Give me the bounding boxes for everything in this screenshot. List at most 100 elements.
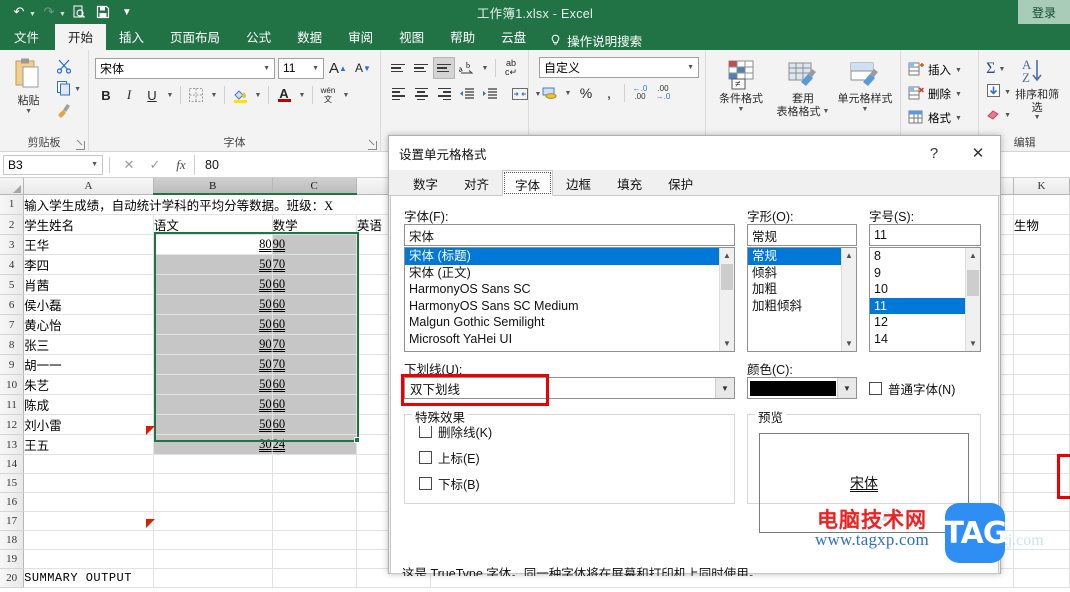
cell-K17[interactable]: [1013, 511, 1070, 531]
font-list-item[interactable]: 宋体 (正文): [405, 265, 734, 282]
superscript-checkbox[interactable]: [419, 451, 432, 464]
cell-A3[interactable]: 王华: [23, 234, 154, 255]
cell-K2[interactable]: 生物: [1013, 214, 1070, 235]
font-size-item[interactable]: 11: [870, 297, 980, 315]
font-list-item[interactable]: Malgun Gothic Semilight: [405, 314, 734, 331]
borders-dropdown-icon[interactable]: ▼: [208, 84, 220, 106]
cell-B10[interactable]: 50: [153, 374, 273, 395]
cell-K8[interactable]: [1013, 334, 1070, 355]
cell-styles-button[interactable]: 单元格样式 ▼: [834, 57, 896, 114]
normal-font-checkbox[interactable]: [869, 382, 882, 395]
scroll-up-icon[interactable]: ▲: [720, 248, 734, 263]
cell-C18[interactable]: [272, 530, 357, 550]
cell-K9[interactable]: [1013, 354, 1070, 375]
fill-color-dropdown-icon[interactable]: ▼: [252, 84, 264, 106]
column-header-A[interactable]: A: [23, 178, 154, 195]
fill-dropdown-icon[interactable]: ▼: [1004, 89, 1011, 96]
font-color-button[interactable]: A: [273, 84, 295, 106]
row-header-16[interactable]: 16: [0, 492, 25, 512]
ribbon-tab-help[interactable]: 帮助: [437, 24, 488, 50]
paste-button[interactable]: 粘贴 ▼: [4, 53, 53, 115]
cell-C6[interactable]: 60: [272, 294, 357, 315]
cell-C8[interactable]: 70: [272, 334, 357, 355]
cell-B19[interactable]: [153, 549, 273, 569]
font-style-scrollbar[interactable]: ▲ ▼: [841, 248, 856, 351]
bold-button[interactable]: B: [95, 84, 117, 106]
subscript-checkbox[interactable]: [419, 477, 432, 490]
format-as-table-dropdown-icon[interactable]: ▼: [823, 108, 830, 116]
cell-B3[interactable]: 80: [153, 234, 273, 255]
cell-C14[interactable]: [272, 454, 357, 474]
cell-A9[interactable]: 胡一一: [23, 354, 154, 375]
confirm-entry-button[interactable]: ✓: [142, 157, 168, 173]
cell-K11[interactable]: [1013, 394, 1070, 415]
number-format-combo[interactable]: 自定义 ▼: [539, 57, 699, 78]
scroll-down-icon[interactable]: ▼: [966, 336, 980, 351]
cell-K1[interactable]: [1013, 194, 1070, 215]
cell-C2[interactable]: 数学: [272, 214, 357, 235]
conditional-formatting-dropdown-icon[interactable]: ▼: [738, 106, 745, 114]
font-style-item[interactable]: 常规: [748, 248, 856, 265]
font-size-listbox[interactable]: 8 9 10 11 12 14 ▲ ▼: [869, 247, 981, 352]
cell-B14[interactable]: [153, 454, 273, 474]
subscript-checkbox-row[interactable]: 下标(B): [419, 474, 734, 493]
ribbon-tab-formulas[interactable]: 公式: [233, 24, 284, 50]
cell-B7[interactable]: 50: [153, 314, 273, 335]
column-header-B[interactable]: B: [153, 178, 273, 195]
increase-font-size-button[interactable]: A ▲: [327, 57, 349, 79]
cell-K12[interactable]: [1013, 414, 1070, 435]
font-name-listbox[interactable]: 宋体 (标题) 宋体 (正文) HarmonyOS Sans SC Harmon…: [404, 247, 735, 352]
cell-K4[interactable]: [1013, 254, 1070, 275]
tab-alignment[interactable]: 对齐: [451, 169, 502, 195]
cell-A7[interactable]: 黄心怡: [23, 314, 154, 335]
close-button[interactable]: ✕: [956, 136, 1000, 170]
cell-B15[interactable]: [153, 473, 273, 493]
name-box[interactable]: B3 ▼: [3, 154, 103, 175]
column-header-K[interactable]: K: [1013, 178, 1070, 195]
tab-border[interactable]: 边框: [553, 169, 604, 195]
row-header-20[interactable]: 20: [0, 568, 25, 588]
sort-filter-dropdown-icon[interactable]: ▼: [1034, 114, 1041, 122]
font-size-input[interactable]: 11: [869, 224, 981, 246]
cell-C10[interactable]: 60: [272, 374, 357, 395]
font-size-item[interactable]: 12: [870, 314, 980, 331]
paste-dropdown-icon[interactable]: ▼: [25, 108, 32, 115]
autosum-dropdown-icon[interactable]: ▼: [998, 66, 1005, 73]
font-list-item[interactable]: 宋体 (标题): [405, 248, 734, 265]
cell-A16[interactable]: [23, 492, 154, 512]
row-header-18[interactable]: 18: [0, 530, 25, 550]
cell-K18[interactable]: [1013, 530, 1070, 550]
cell-B11[interactable]: 50: [153, 394, 273, 415]
scroll-thumb[interactable]: [721, 264, 733, 290]
row-header-4[interactable]: 4: [0, 254, 25, 275]
align-left-button[interactable]: [387, 83, 409, 105]
chevron-down-icon[interactable]: ▼: [312, 65, 319, 72]
cell-B5[interactable]: 50: [153, 274, 273, 295]
underline-dropdown-icon[interactable]: ▼: [164, 84, 176, 106]
cut-button[interactable]: [53, 57, 84, 78]
increase-indent-button[interactable]: [479, 83, 501, 105]
scroll-down-icon[interactable]: ▼: [720, 336, 734, 351]
accounting-dropdown-icon[interactable]: ▼: [562, 82, 574, 104]
ribbon-tab-insert[interactable]: 插入: [106, 24, 157, 50]
cell-B2[interactable]: 语文: [153, 214, 273, 235]
copy-dropdown-icon[interactable]: ▼: [74, 86, 81, 93]
row-header-8[interactable]: 8: [0, 334, 25, 355]
ribbon-tab-data[interactable]: 数据: [284, 24, 335, 50]
cell-C15[interactable]: [272, 473, 357, 493]
row-header-12[interactable]: 12: [0, 414, 25, 435]
cell-A20[interactable]: SUMMARY OUTPUT: [23, 568, 154, 588]
align-right-button[interactable]: [433, 83, 455, 105]
help-button[interactable]: ?: [912, 136, 956, 170]
cell-K6[interactable]: [1013, 294, 1070, 315]
cell-K13[interactable]: [1013, 434, 1070, 455]
cell-A12[interactable]: 刘小雷: [23, 414, 154, 435]
cell-B13[interactable]: 30: [153, 434, 273, 455]
cell-K7[interactable]: [1013, 314, 1070, 335]
tab-number[interactable]: 数字: [400, 169, 451, 195]
font-list-scrollbar[interactable]: ▲ ▼: [719, 248, 734, 351]
ribbon-tab-file[interactable]: 文件: [0, 24, 55, 50]
cell-A5[interactable]: 肖茜: [23, 274, 154, 295]
cell-A18[interactable]: [23, 530, 154, 550]
scroll-thumb[interactable]: [967, 270, 979, 296]
